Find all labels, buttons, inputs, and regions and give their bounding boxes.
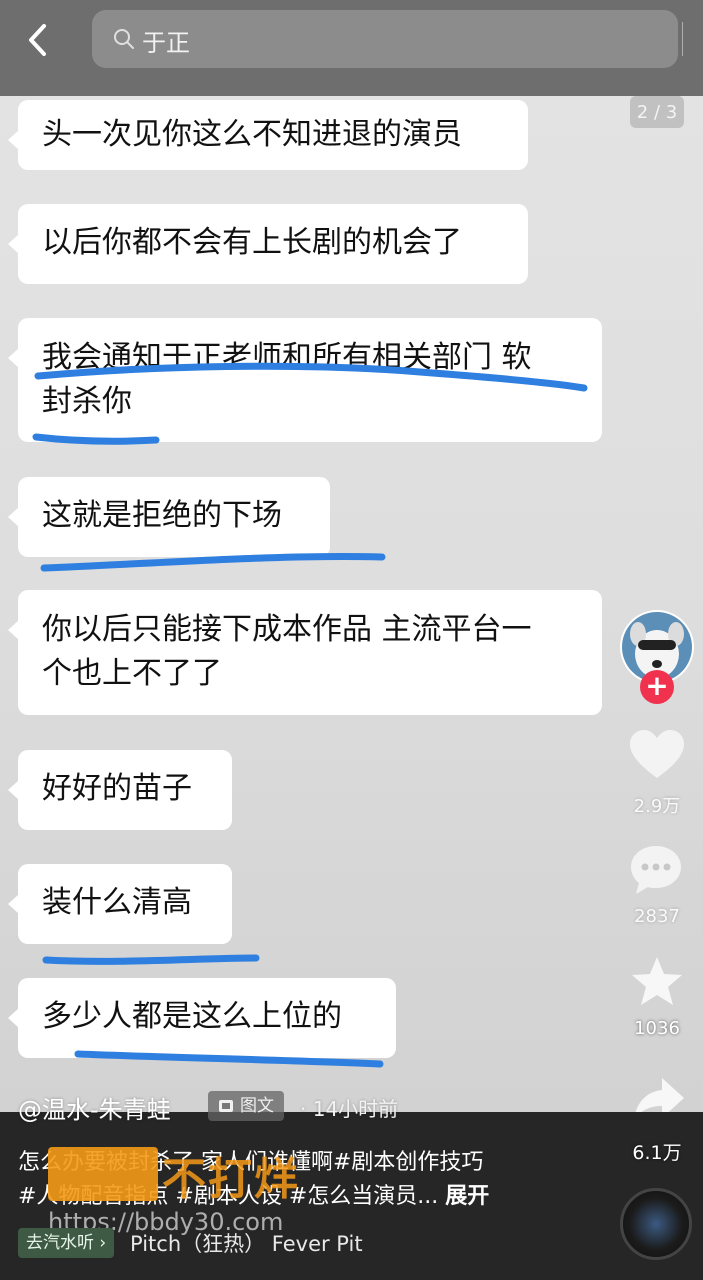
chat-bubble: 好好的苗子: [8, 750, 232, 830]
image-text-icon: [219, 1100, 233, 1112]
like-count: 2.9万: [633, 796, 681, 817]
comment-count: 2837: [634, 906, 680, 927]
search-input[interactable]: 于正: [142, 23, 190, 58]
message-text: 我会通知于正老师和所有相关部门 软: [42, 340, 532, 375]
chat-bubble: 你以后只能接下成本作品 主流平台一 个也上不了了: [8, 590, 602, 715]
watermark-text: 不打烊: [162, 1154, 300, 1205]
music-app-tag[interactable]: 去汽水听 ›: [18, 1228, 115, 1258]
post-type-tag: 图文: [208, 1091, 284, 1121]
message-text: 你以后只能接下成本作品 主流平台一: [42, 612, 532, 647]
star-icon[interactable]: [630, 955, 684, 1009]
underline-stroke: [42, 954, 260, 965]
back-button[interactable]: [18, 18, 58, 62]
music-title[interactable]: Pitch（狂热） Fever Pit: [130, 1228, 363, 1258]
message-text: 以后你都不会有上长剧的机会了: [42, 225, 462, 260]
message-text: 好好的苗子: [42, 771, 192, 806]
underline-stroke: [40, 552, 386, 572]
message-text: 封杀你: [42, 384, 132, 419]
post-time: · 14小时前: [300, 1097, 399, 1121]
message-text: 装什么清高: [42, 885, 192, 920]
heart-icon[interactable]: [628, 728, 686, 782]
message-text: 这就是拒绝的下场: [42, 498, 282, 533]
music-disc-icon[interactable]: [620, 1188, 692, 1260]
chat-bubble: 头一次见你这么不知进退的演员: [8, 100, 528, 170]
page-indicator: 2 / 3: [630, 96, 684, 128]
author-name[interactable]: @温水-朱青蛙: [18, 1090, 171, 1125]
message-text: 个也上不了了: [42, 656, 222, 691]
message-text: 头一次见你这么不知进退的演员: [42, 117, 462, 152]
search-icon: [114, 29, 134, 49]
search-divider: [682, 22, 683, 56]
search-box[interactable]: 于正 搜索: [92, 10, 703, 92]
chat-bubble: 以后你都不会有上长剧的机会了: [8, 204, 528, 284]
comment-icon[interactable]: [628, 842, 684, 898]
chat-bubble: 多少人都是这么上位的: [8, 978, 396, 1058]
chat-bubble: 我会通知于正老师和所有相关部门 软 封杀你: [8, 318, 602, 442]
expand-link[interactable]: 展开: [445, 1184, 489, 1209]
chevron-left-icon: [29, 24, 46, 56]
chat-bubble: 这就是拒绝的下场: [8, 477, 330, 557]
watermark-logo: [48, 1147, 158, 1201]
message-text: 多少人都是这么上位的: [42, 999, 342, 1034]
chat-bubble: 装什么清高: [8, 864, 232, 944]
top-bar: 于正 搜索: [0, 0, 703, 96]
post-type-label: 图文: [240, 1096, 274, 1116]
favorite-count: 1036: [634, 1018, 680, 1039]
follow-button[interactable]: +: [640, 670, 674, 704]
share-count: 6.1万: [632, 1142, 682, 1164]
